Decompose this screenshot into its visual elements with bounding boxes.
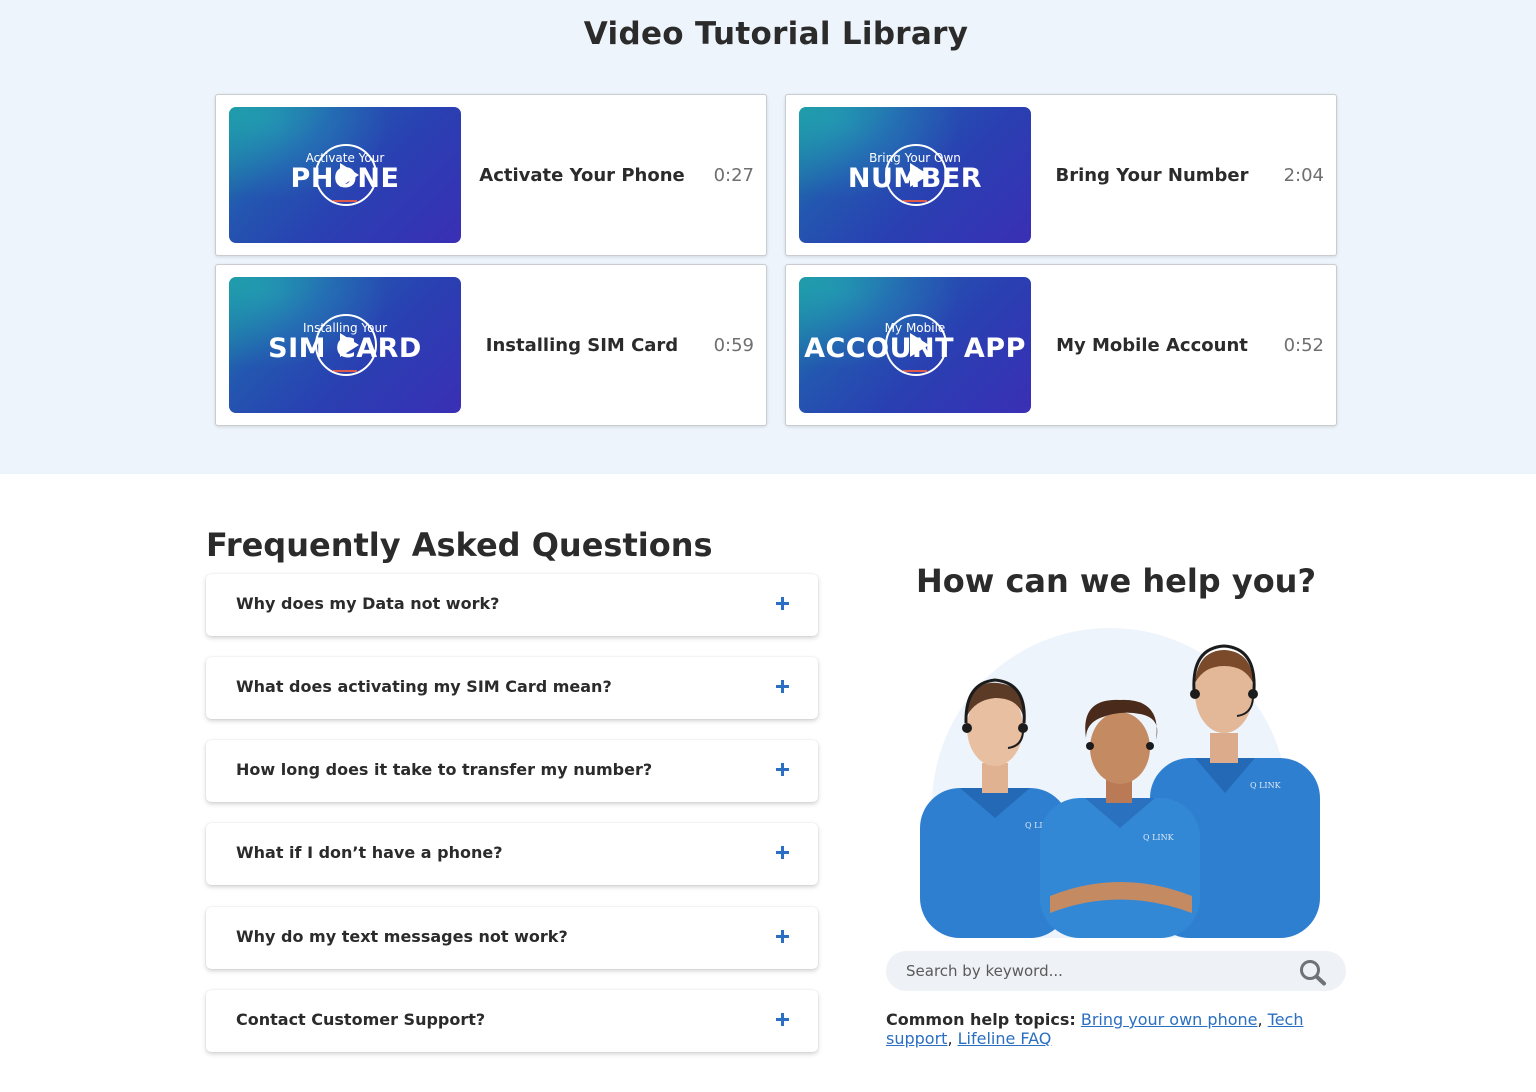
video-library-title: Video Tutorial Library (583, 16, 969, 52)
play-icon[interactable] (885, 144, 947, 206)
faq-question: What if I don’t have a phone? (236, 843, 503, 862)
support-team-illustration: Q LINK Q LINK Q LINK (920, 628, 1320, 938)
help-title: How can we help you? (915, 562, 1317, 600)
search-icon[interactable] (1298, 958, 1328, 986)
faq-item[interactable]: How long does it take to transfer my num… (206, 740, 818, 802)
help-topics-label: Common help topics: (886, 1010, 1076, 1029)
video-thumbnail[interactable]: My Mobile ACCOUNT APP (799, 277, 1031, 413)
search-input[interactable] (906, 951, 1286, 991)
video-duration: 0:59 (713, 335, 754, 356)
video-card-installing-sim[interactable]: Installing Your SIM CARD Installing SIM … (215, 264, 767, 426)
topic-link-bring-your-own-phone[interactable]: Bring your own phone (1081, 1010, 1258, 1029)
plus-icon[interactable] (776, 597, 789, 610)
faq-title: Frequently Asked Questions (206, 526, 713, 564)
video-title[interactable]: Installing SIM Card (478, 335, 686, 356)
shirt-logo-text: Q LINK (1143, 833, 1175, 842)
play-icon[interactable] (315, 144, 377, 206)
faq-item[interactable]: Why do my text messages not work? (206, 907, 818, 969)
faq-item[interactable]: What if I don’t have a phone? (206, 823, 818, 885)
faq-question: How long does it take to transfer my num… (236, 760, 653, 779)
shirt-logo-text: Q LINK (1250, 781, 1282, 790)
faq-question: Why does my Data not work? (236, 594, 500, 613)
video-duration: 2:04 (1283, 165, 1324, 186)
faq-item[interactable]: What does activating my SIM Card mean? (206, 657, 818, 719)
video-title[interactable]: My Mobile Account (1048, 335, 1256, 356)
plus-icon[interactable] (776, 930, 789, 943)
video-library-section: Video Tutorial Library Activate Your PHO… (0, 0, 1536, 474)
plus-icon[interactable] (776, 846, 789, 859)
video-card-my-mobile-account[interactable]: My Mobile ACCOUNT APP My Mobile Account … (785, 264, 1337, 426)
video-title[interactable]: Activate Your Phone (478, 165, 686, 186)
video-title[interactable]: Bring Your Number (1048, 165, 1256, 186)
play-icon[interactable] (885, 314, 947, 376)
faq-item[interactable]: Contact Customer Support? (206, 990, 818, 1052)
video-card-bring-number[interactable]: Bring Your Own NUMBER Bring Your Number … (785, 94, 1337, 256)
faq-question: Why do my text messages not work? (236, 927, 568, 946)
video-card-activate-phone[interactable]: Activate Your PHONE Activate Your Phone … (215, 94, 767, 256)
video-thumbnail[interactable]: Installing Your SIM CARD (229, 277, 461, 413)
video-thumbnail[interactable]: Activate Your PHONE (229, 107, 461, 243)
video-duration: 0:52 (1283, 335, 1324, 356)
plus-icon[interactable] (776, 1013, 789, 1026)
common-help-topics: Common help topics: Bring your own phone… (886, 1010, 1304, 1048)
faq-question: Contact Customer Support? (236, 1010, 486, 1029)
faq-question: What does activating my SIM Card mean? (236, 677, 612, 696)
help-search-box[interactable] (886, 951, 1346, 991)
faq-item[interactable]: Why does my Data not work? (206, 574, 818, 636)
video-thumbnail[interactable]: Bring Your Own NUMBER (799, 107, 1031, 243)
play-icon[interactable] (315, 314, 377, 376)
plus-icon[interactable] (776, 763, 789, 776)
video-duration: 0:27 (713, 165, 754, 186)
plus-icon[interactable] (776, 680, 789, 693)
topic-link-lifeline-faq[interactable]: Lifeline FAQ (958, 1029, 1052, 1048)
support-team-image: Q LINK Q LINK Q LINK (900, 628, 1340, 938)
